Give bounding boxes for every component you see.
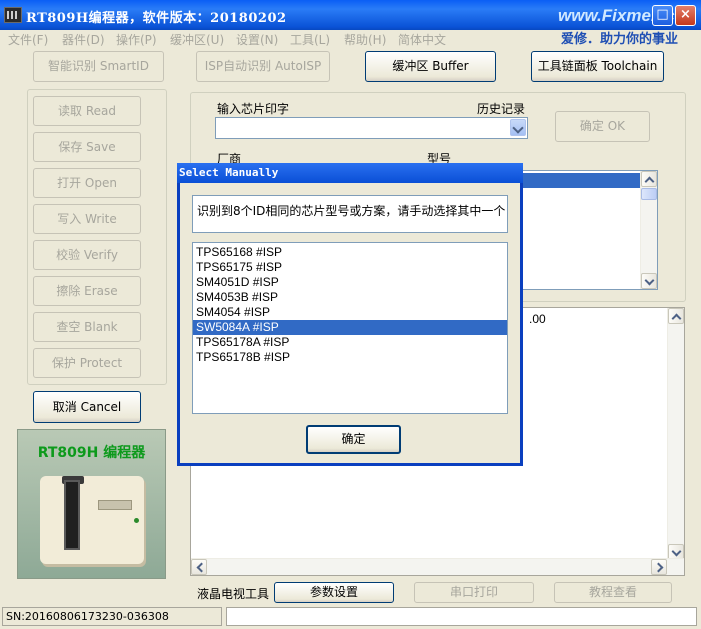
open-button[interactable]: 打开 Open xyxy=(33,168,141,198)
menu-help[interactable]: 帮助(H) xyxy=(344,31,386,48)
lcd-tools-label: 液晶电视工具 xyxy=(197,587,270,601)
scroll-left-icon[interactable] xyxy=(191,559,207,575)
log-text: .00 xyxy=(529,312,546,326)
status-sn: SN:20160806173230-036308 xyxy=(2,607,222,626)
menu-tools[interactable]: 工具(L) xyxy=(290,31,330,48)
chip-marking-label: 输入芯片印字 xyxy=(217,102,290,116)
smartid-button[interactable]: 智能识别 SmartID xyxy=(33,51,164,82)
menu-operation[interactable]: 操作(P) xyxy=(116,31,157,48)
select-manually-dialog: Select Manually 识别到8个ID相同的芯片型号或方案，请手动选择其… xyxy=(177,163,523,466)
product-image: RT809H 编程器 xyxy=(17,429,166,579)
menu-settings[interactable]: 设置(N) xyxy=(236,31,278,48)
chip-choice-item[interactable]: TPS65178B #ISP xyxy=(193,350,507,365)
dialog-title-bar[interactable]: Select Manually xyxy=(177,163,523,183)
protect-button[interactable]: 保护 Protect xyxy=(33,348,141,378)
ok-button[interactable]: 确定 OK xyxy=(555,111,650,142)
chip-choice-item[interactable]: SM4051D #ISP xyxy=(193,275,507,290)
log-vscrollbar[interactable] xyxy=(667,308,684,560)
toolchain-button[interactable]: 工具链面板 Toolchain xyxy=(531,51,664,82)
chip-choice-item[interactable]: TPS65168 #ISP xyxy=(193,245,507,260)
scroll-right-icon[interactable] xyxy=(651,559,667,575)
blank-button[interactable]: 查空 Blank xyxy=(33,312,141,342)
chip-choice-item[interactable]: TPS65178A #ISP xyxy=(193,335,507,350)
chip-choice-item[interactable]: SM4054 #ISP xyxy=(193,305,507,320)
maximize-button[interactable]: □ xyxy=(652,5,673,26)
history-label: 历史记录 xyxy=(477,102,526,116)
scroll-up-icon[interactable] xyxy=(668,308,684,324)
dialog-title: Select Manually xyxy=(179,166,279,179)
title-bar[interactable]: RT809H编程器，软件版本：20180202 www.Fixme.cc □ × xyxy=(0,0,701,30)
chip-marking-combo[interactable] xyxy=(215,117,528,139)
chip-choice-item[interactable]: SM4053B #ISP xyxy=(193,290,507,305)
window-title: RT809H编程器，软件版本：20180202 xyxy=(26,11,287,26)
serial-print-button[interactable]: 串口打印 xyxy=(414,582,534,603)
read-button[interactable]: 读取 Read xyxy=(33,96,141,126)
dialog-confirm-button[interactable]: 确定 xyxy=(306,425,401,454)
chip-choice-list[interactable]: TPS65168 #ISP TPS65175 #ISP SM4051D #ISP… xyxy=(192,242,508,414)
programmer-device-icon xyxy=(30,470,152,570)
chip-choice-item[interactable]: TPS65175 #ISP xyxy=(193,260,507,275)
verify-button[interactable]: 校验 Verify xyxy=(33,240,141,270)
cancel-button[interactable]: 取消 Cancel xyxy=(33,391,141,423)
chevron-down-icon[interactable] xyxy=(510,119,526,136)
buffer-button[interactable]: 缓冲区 Buffer xyxy=(365,51,496,82)
write-button[interactable]: 写入 Write xyxy=(33,204,141,234)
menu-buffer[interactable]: 缓冲区(U) xyxy=(170,31,224,48)
product-title: RT809H 编程器 xyxy=(37,445,146,461)
log-hscrollbar[interactable] xyxy=(191,558,684,575)
dialog-message: 识别到8个ID相同的芯片型号或方案，请手动选择其中一个 xyxy=(192,195,508,233)
save-button[interactable]: 保存 Save xyxy=(33,132,141,162)
menu-device[interactable]: 器件(D) xyxy=(62,31,105,48)
app-icon[interactable] xyxy=(4,7,22,23)
tutorial-button[interactable]: 教程查看 xyxy=(554,582,672,603)
scroll-down-icon[interactable] xyxy=(641,273,657,289)
status-message xyxy=(226,607,697,626)
model-list-scrollbar[interactable] xyxy=(640,171,657,289)
menu-file[interactable]: 文件(F) xyxy=(8,31,48,48)
autoisp-button[interactable]: ISP自动识别 AutoISP xyxy=(196,51,330,82)
erase-button[interactable]: 擦除 Erase xyxy=(33,276,141,306)
brand-slogan: 爱修．助力你的事业 xyxy=(561,32,679,47)
scroll-up-icon[interactable] xyxy=(641,171,657,187)
main-window: RT809H编程器，软件版本：20180202 www.Fixme.cc □ ×… xyxy=(0,0,701,629)
chip-choice-item[interactable]: SW5084A #ISP xyxy=(193,320,507,335)
scroll-thumb[interactable] xyxy=(641,188,657,200)
close-button[interactable]: × xyxy=(675,5,696,26)
param-settings-button[interactable]: 参数设置 xyxy=(274,582,394,603)
menu-language[interactable]: 简体中文 xyxy=(398,31,446,48)
